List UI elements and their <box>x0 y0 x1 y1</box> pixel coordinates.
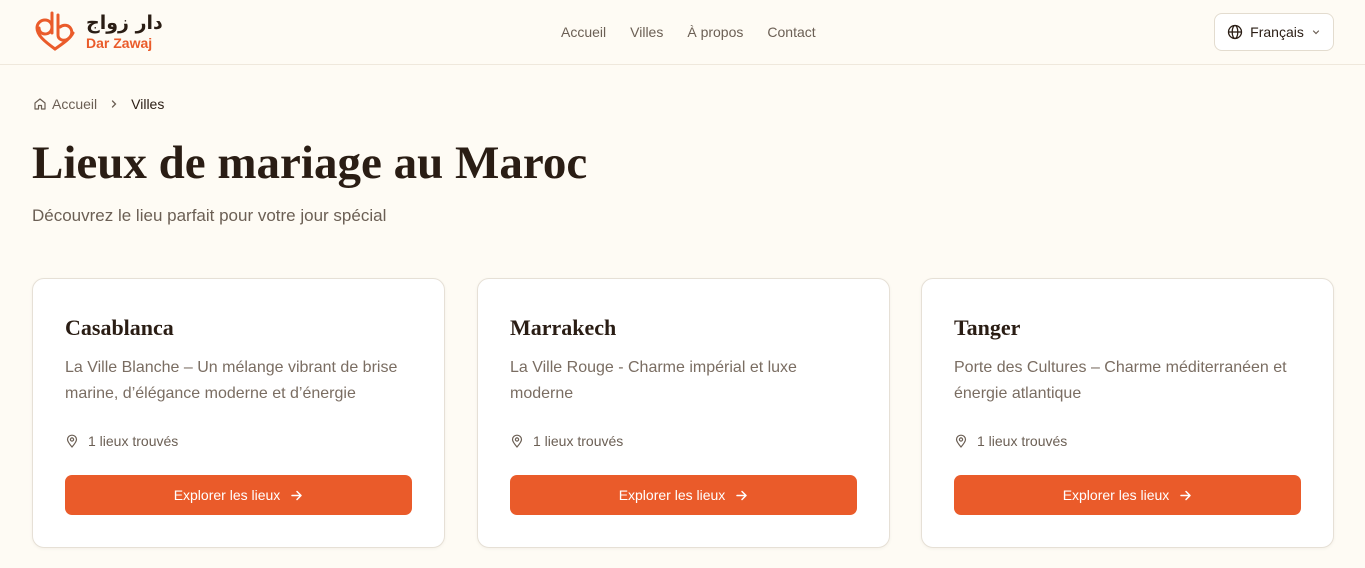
language-label: Français <box>1250 24 1304 40</box>
breadcrumb-home-label: Accueil <box>52 96 98 112</box>
map-pin-icon <box>511 434 523 448</box>
nav-item-contact[interactable]: Contact <box>767 24 815 40</box>
venue-count: 1 lieux trouvés <box>65 433 178 449</box>
city-description: La Ville Blanche – Un mélange vibrant de… <box>65 359 398 402</box>
logo-icon <box>35 11 75 51</box>
page-title: Lieux de mariage au Maroc <box>32 137 588 189</box>
globe-icon <box>1228 24 1243 40</box>
venue-count: 1 lieux trouvés <box>510 433 623 449</box>
page-subtitle: Découvrez le lieu parfait pour votre jou… <box>32 206 387 225</box>
city-description: La Ville Rouge - Charme impérial et luxe… <box>510 359 797 402</box>
venue-count-label: 1 lieux trouvés <box>977 433 1068 449</box>
arrow-right-icon <box>736 490 748 500</box>
city-card-marrakech: Marrakech La Ville Rouge - Charme impéri… <box>477 278 890 548</box>
explore-button-label: Explorer les lieux <box>618 487 726 503</box>
arrow-right-icon <box>1180 490 1192 500</box>
city-description: Porte des Cultures – Charme méditerranée… <box>954 359 1287 402</box>
breadcrumb: Accueil Villes <box>33 96 164 112</box>
nav-item-accueil[interactable]: Accueil <box>561 24 606 40</box>
site-header: دار زواج Dar Zawaj Accueil Villes À prop… <box>0 0 1365 65</box>
city-name: Marrakech <box>510 315 617 340</box>
map-pin-icon <box>66 434 78 448</box>
language-selector[interactable]: Français <box>1214 13 1334 51</box>
breadcrumb-home[interactable]: Accueil <box>33 96 97 112</box>
main-nav: Accueil Villes À propos Contact <box>561 24 816 40</box>
nav-item-a-propos[interactable]: À propos <box>687 24 743 40</box>
breadcrumb-current: Villes <box>131 96 165 112</box>
chevron-down-icon <box>1312 30 1319 35</box>
arrow-right-icon <box>291 490 303 500</box>
city-card-casablanca: Casablanca La Ville Blanche – Un mélange… <box>32 278 445 548</box>
explore-venues-button[interactable]: Explorer les lieux <box>65 475 412 515</box>
venue-count-label: 1 lieux trouvés <box>533 433 624 449</box>
city-card-tanger: Tanger Porte des Cultures – Charme médit… <box>921 278 1334 548</box>
city-name: Casablanca <box>65 315 174 340</box>
brand-logo[interactable]: دار زواج Dar Zawaj <box>32 9 163 55</box>
logo-text: دار زواج Dar Zawaj <box>86 12 163 51</box>
chevron-right-icon <box>109 99 119 109</box>
nav-item-villes[interactable]: Villes <box>630 24 663 40</box>
explore-venues-button[interactable]: Explorer les lieux <box>510 475 857 515</box>
venue-count-label: 1 lieux trouvés <box>88 433 179 449</box>
explore-button-label: Explorer les lieux <box>173 487 281 503</box>
venue-count: 1 lieux trouvés <box>954 433 1067 449</box>
logo-name-latin: Dar Zawaj <box>86 35 153 51</box>
map-pin-icon <box>955 434 967 448</box>
logo-name-arabic: دار زواج <box>86 12 163 34</box>
explore-button-label: Explorer les lieux <box>1062 487 1170 503</box>
explore-venues-button[interactable]: Explorer les lieux <box>954 475 1301 515</box>
home-icon <box>34 98 46 110</box>
city-name: Tanger <box>954 315 1021 340</box>
